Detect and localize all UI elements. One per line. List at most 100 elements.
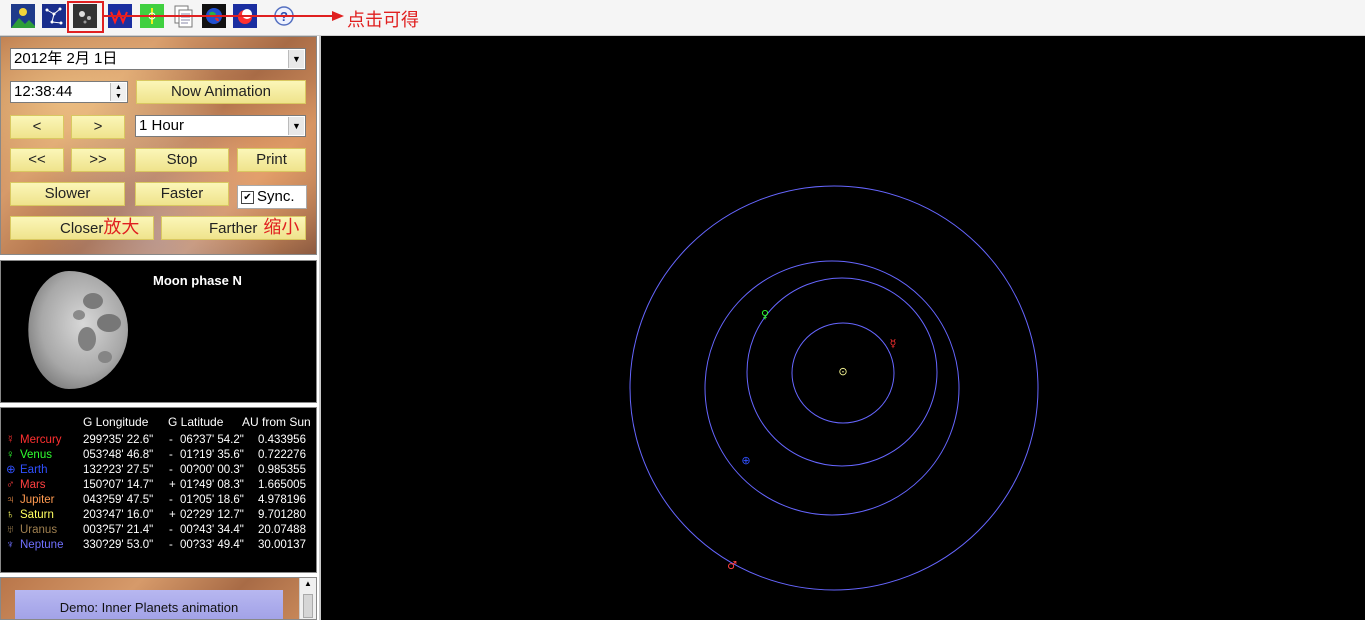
planet-latitude: 02?29' 12.7" bbox=[180, 509, 244, 521]
planet-au: 0.433956 bbox=[258, 434, 306, 446]
planet-symbol-icon: ♃ bbox=[6, 494, 15, 506]
scroll-up-icon[interactable]: ▲ bbox=[300, 578, 316, 590]
control-panel: 2012年 2月 1日 ▼ 12:38:44 ▲ ▼ Now Animation … bbox=[0, 36, 317, 255]
earth-marker-icon[interactable]: ⊕ bbox=[741, 454, 750, 467]
planet-name: Mars bbox=[20, 479, 46, 491]
table-row: ♅ Uranus 003?57' 21.4" -00?43' 34.4" 20.0748… bbox=[1, 523, 316, 538]
planet-latitude-sign: - bbox=[169, 524, 173, 536]
selected-tool-highlight bbox=[67, 1, 104, 33]
slower-button[interactable]: Slower bbox=[10, 182, 125, 206]
left-panel: 2012年 2月 1日 ▼ 12:38:44 ▲ ▼ Now Animation … bbox=[0, 36, 319, 620]
chevron-down-icon[interactable]: ▼ bbox=[288, 117, 304, 135]
planet-longitude: 299?35' 22.6" bbox=[83, 434, 154, 446]
planet-latitude-sign: - bbox=[169, 539, 173, 551]
planet-au: 30.00137 bbox=[258, 539, 306, 551]
planet-table: G Longitude G Latitude AU from Sun ☿ Merc… bbox=[0, 407, 317, 573]
sun-marker-icon[interactable]: ⊙ bbox=[838, 365, 847, 378]
demo-button[interactable]: Demo: Inner Planets animation bbox=[15, 590, 283, 619]
sync-label: Sync. bbox=[257, 188, 295, 205]
moon-phase-title: Moon phase N bbox=[153, 273, 242, 288]
closer-label: Closer bbox=[60, 220, 104, 237]
venus-marker-icon[interactable]: ♀ bbox=[761, 308, 769, 321]
scroll-thumb[interactable] bbox=[303, 594, 313, 618]
landscape-icon[interactable] bbox=[11, 4, 35, 28]
table-row: ♂ Mars 150?07' 14.7" +01?49' 08.3" 1.665005 bbox=[1, 478, 316, 493]
planet-au: 0.722276 bbox=[258, 449, 306, 461]
table-row: ☿ Mercury 299?35' 22.6" -06?37' 54.2" 0.4339… bbox=[1, 433, 316, 448]
mercury-marker-icon[interactable]: ☿ bbox=[890, 337, 897, 350]
header-latitude: G Latitude bbox=[168, 415, 224, 429]
orbit-earth bbox=[704, 260, 960, 516]
header-longitude: G Longitude bbox=[83, 415, 149, 429]
step-forward-button[interactable]: > bbox=[71, 115, 125, 139]
planet-au: 4.978196 bbox=[258, 494, 306, 506]
interval-select[interactable]: 1 Hour ▼ bbox=[135, 115, 306, 137]
closer-annotation: 放大 bbox=[103, 217, 140, 238]
farther-button[interactable]: Farther 缩小 bbox=[161, 216, 306, 240]
planet-name: Neptune bbox=[20, 539, 64, 551]
planet-longitude: 003?57' 21.4" bbox=[83, 524, 154, 536]
interval-value: 1 Hour bbox=[139, 117, 185, 134]
planet-name: Venus bbox=[20, 449, 52, 461]
annotation-arrow bbox=[104, 11, 344, 21]
planet-longitude: 330?29' 53.0" bbox=[83, 539, 154, 551]
planet-latitude-sign: - bbox=[169, 449, 173, 461]
header-au: AU from Sun bbox=[242, 415, 311, 429]
planet-au: 9.701280 bbox=[258, 509, 306, 521]
planet-au: 0.985355 bbox=[258, 464, 306, 476]
orbit-canvas: ⊙ ☿ ♀ ⊕ ♂ bbox=[629, 185, 1039, 591]
planet-longitude: 150?07' 14.7" bbox=[83, 479, 154, 491]
date-select[interactable]: 2012年 2月 1日 ▼ bbox=[10, 48, 306, 70]
step-back-button[interactable]: < bbox=[10, 115, 64, 139]
sync-checkbox[interactable]: ✔ Sync. bbox=[237, 185, 307, 209]
chevron-down-icon[interactable]: ▼ bbox=[288, 50, 304, 68]
table-row: ♆ Neptune 330?29' 53.0" -00?33' 49.4" 30.001… bbox=[1, 538, 316, 553]
time-spinner[interactable]: 12:38:44 ▲ ▼ bbox=[10, 81, 128, 103]
table-row: ♃ Jupiter 043?59' 47.5" -01?05' 18.6" 4.9781… bbox=[1, 493, 316, 508]
fast-back-button[interactable]: << bbox=[10, 148, 64, 172]
planet-latitude: 06?37' 54.2" bbox=[180, 434, 244, 446]
planet-longitude: 132?23' 27.5" bbox=[83, 464, 154, 476]
print-button[interactable]: Print bbox=[237, 148, 306, 172]
stop-button[interactable]: Stop bbox=[135, 148, 229, 172]
annotation-text: 点击可得 bbox=[347, 10, 419, 31]
toolbar: ? 点击可得 bbox=[0, 0, 1365, 36]
planet-name: Jupiter bbox=[20, 494, 55, 506]
planet-symbol-icon: ♀ bbox=[6, 449, 15, 461]
planet-longitude: 043?59' 47.5" bbox=[83, 494, 154, 506]
planet-au: 20.07488 bbox=[258, 524, 306, 536]
planet-symbol-icon: ⊕ bbox=[6, 464, 16, 476]
demo-panel: Demo: Inner Planets animation ▲ bbox=[0, 577, 317, 620]
planet-name: Mercury bbox=[20, 434, 62, 446]
table-row: ♄ Saturn 203?47' 16.0" +02?29' 12.7" 9.70128… bbox=[1, 508, 316, 523]
planet-latitude: 01?19' 35.6" bbox=[180, 449, 244, 461]
table-row: ♀ Venus 053?48' 46.8" -01?19' 35.6" 0.722276 bbox=[1, 448, 316, 463]
spinner-arrows-icon[interactable]: ▲ ▼ bbox=[110, 83, 126, 101]
checkbox-tick-icon[interactable]: ✔ bbox=[241, 191, 254, 204]
fast-forward-button[interactable]: >> bbox=[71, 148, 125, 172]
faster-button[interactable]: Faster bbox=[135, 182, 229, 206]
planet-latitude: 00?33' 49.4" bbox=[180, 539, 244, 551]
planet-latitude-sign: + bbox=[169, 479, 176, 491]
planet-au: 1.665005 bbox=[258, 479, 306, 491]
planet-latitude-sign: + bbox=[169, 509, 176, 521]
planet-symbol-icon: ♅ bbox=[6, 524, 15, 536]
solar-system-view[interactable]: ⊙ ☿ ♀ ⊕ ♂ bbox=[321, 36, 1365, 620]
planet-longitude: 203?47' 16.0" bbox=[83, 509, 154, 521]
orbit-mars bbox=[629, 185, 1039, 591]
scrollbar[interactable]: ▲ bbox=[299, 578, 316, 619]
constellation-icon[interactable] bbox=[42, 4, 66, 28]
planet-latitude-sign: - bbox=[169, 434, 173, 446]
now-animation-button[interactable]: Now Animation bbox=[136, 80, 306, 104]
planet-name: Earth bbox=[20, 464, 48, 476]
planet-symbol-icon: ♄ bbox=[6, 509, 15, 521]
closer-button[interactable]: Closer放大 bbox=[10, 216, 154, 240]
mars-marker-icon[interactable]: ♂ bbox=[727, 559, 737, 572]
planet-name: Saturn bbox=[20, 509, 54, 521]
planet-latitude: 01?05' 18.6" bbox=[180, 494, 244, 506]
planet-latitude: 01?49' 08.3" bbox=[180, 479, 244, 491]
table-row: ⊕ Earth 132?23' 27.5" -00?00' 00.3" 0.985355 bbox=[1, 463, 316, 478]
planet-latitude: 00?00' 00.3" bbox=[180, 464, 244, 476]
farther-annotation: 缩小 bbox=[263, 217, 300, 238]
planet-latitude-sign: - bbox=[169, 464, 173, 476]
